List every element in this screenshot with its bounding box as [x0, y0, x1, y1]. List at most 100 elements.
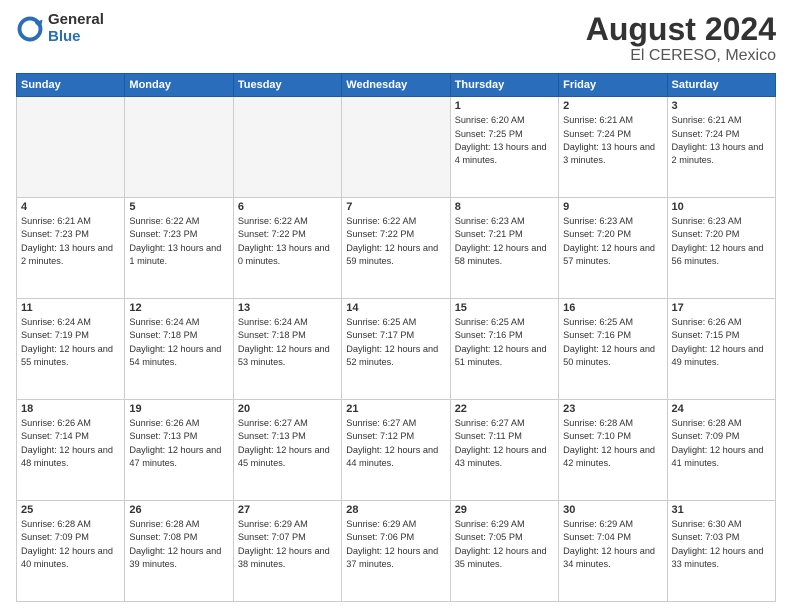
table-row	[17, 97, 125, 198]
day-info: Sunrise: 6:26 AMSunset: 7:13 PMDaylight:…	[129, 417, 228, 470]
day-info: Sunrise: 6:24 AMSunset: 7:18 PMDaylight:…	[238, 316, 337, 369]
table-row: 14 Sunrise: 6:25 AMSunset: 7:17 PMDayligh…	[342, 299, 450, 400]
day-info: Sunrise: 6:28 AMSunset: 7:10 PMDaylight:…	[563, 417, 662, 470]
col-sunday: Sunday	[17, 74, 125, 97]
day-info: Sunrise: 6:30 AMSunset: 7:03 PMDaylight:…	[672, 518, 771, 571]
day-info: Sunrise: 6:23 AMSunset: 7:20 PMDaylight:…	[672, 215, 771, 268]
logo: General Blue	[16, 12, 104, 45]
table-row: 3 Sunrise: 6:21 AMSunset: 7:24 PMDaylight…	[667, 97, 775, 198]
day-number: 25	[21, 504, 120, 516]
day-info: Sunrise: 6:21 AMSunset: 7:24 PMDaylight:…	[672, 114, 771, 167]
title-block: August 2024 El CERESO, Mexico	[586, 12, 776, 65]
calendar-week-row: 11 Sunrise: 6:24 AMSunset: 7:19 PMDayligh…	[17, 299, 776, 400]
day-info: Sunrise: 6:22 AMSunset: 7:22 PMDaylight:…	[238, 215, 337, 268]
logo-blue-text: Blue	[48, 29, 104, 46]
table-row: 7Sunrise: 6:22 AMSunset: 7:22 PMDaylight…	[342, 198, 450, 299]
day-number: 31	[672, 504, 771, 516]
table-row: 1Sunrise: 6:20 AMSunset: 7:25 PMDaylight…	[450, 97, 558, 198]
table-row: 2Sunrise: 6:21 AMSunset: 7:24 PMDaylight…	[559, 97, 667, 198]
day-info: Sunrise: 6:29 AMSunset: 7:06 PMDaylight:…	[346, 518, 445, 571]
day-info: Sunrise: 6:26 AMSunset: 7:14 PMDaylight:…	[21, 417, 120, 470]
day-number: 30	[563, 504, 662, 516]
col-friday: Friday	[559, 74, 667, 97]
table-row: 29Sunrise: 6:29 AMSunset: 7:05 PMDayligh…	[450, 501, 558, 602]
table-row: 9 Sunrise: 6:23 AMSunset: 7:20 PMDaylight…	[559, 198, 667, 299]
day-number: 4	[21, 201, 120, 213]
table-row: 18 Sunrise: 6:26 AMSunset: 7:14 PMDayligh…	[17, 400, 125, 501]
calendar-table: Sunday Monday Tuesday Wednesday Thursday…	[16, 73, 776, 602]
day-info: Sunrise: 6:29 AMSunset: 7:04 PMDaylight:…	[563, 518, 662, 571]
day-info: Sunrise: 6:27 AMSunset: 7:11 PMDaylight:…	[455, 417, 554, 470]
day-number: 21	[346, 403, 445, 415]
table-row: 8 Sunrise: 6:23 AMSunset: 7:21 PMDaylight…	[450, 198, 558, 299]
table-row: 4 Sunrise: 6:21 AMSunset: 7:23 PMDaylight…	[17, 198, 125, 299]
day-info: Sunrise: 6:25 AMSunset: 7:17 PMDaylight:…	[346, 316, 445, 369]
day-number: 9	[563, 201, 662, 213]
day-info: Sunrise: 6:21 AMSunset: 7:24 PMDaylight:…	[563, 114, 662, 167]
day-info: Sunrise: 6:28 AMSunset: 7:08 PMDaylight:…	[129, 518, 228, 571]
title-location: El CERESO, Mexico	[586, 47, 776, 65]
col-monday: Monday	[125, 74, 233, 97]
logo-general-text: General	[48, 12, 104, 29]
day-info: Sunrise: 6:27 AMSunset: 7:12 PMDaylight:…	[346, 417, 445, 470]
day-number: 12	[129, 302, 228, 314]
day-number: 6	[238, 201, 337, 213]
day-info: Sunrise: 6:25 AMSunset: 7:16 PMDaylight:…	[455, 316, 554, 369]
table-row: 24 Sunrise: 6:28 AMSunset: 7:09 PMDayligh…	[667, 400, 775, 501]
day-number: 10	[672, 201, 771, 213]
day-number: 14	[346, 302, 445, 314]
table-row: 27 Sunrise: 6:29 AMSunset: 7:07 PMDayligh…	[233, 501, 341, 602]
day-number: 22	[455, 403, 554, 415]
calendar-week-row: 1Sunrise: 6:20 AMSunset: 7:25 PMDaylight…	[17, 97, 776, 198]
table-row: 25 Sunrise: 6:28 AMSunset: 7:09 PMDayligh…	[17, 501, 125, 602]
table-row: 31 Sunrise: 6:30 AMSunset: 7:03 PMDayligh…	[667, 501, 775, 602]
day-number: 20	[238, 403, 337, 415]
table-row: 17Sunrise: 6:26 AMSunset: 7:15 PMDayligh…	[667, 299, 775, 400]
day-number: 26	[129, 504, 228, 516]
table-row	[342, 97, 450, 198]
day-number: 13	[238, 302, 337, 314]
day-info: Sunrise: 6:23 AMSunset: 7:20 PMDaylight:…	[563, 215, 662, 268]
table-row: 30 Sunrise: 6:29 AMSunset: 7:04 PMDayligh…	[559, 501, 667, 602]
logo-text: General Blue	[48, 12, 104, 45]
day-info: Sunrise: 6:26 AMSunset: 7:15 PMDaylight:…	[672, 316, 771, 369]
col-thursday: Thursday	[450, 74, 558, 97]
day-info: Sunrise: 6:24 AMSunset: 7:18 PMDaylight:…	[129, 316, 228, 369]
table-row	[125, 97, 233, 198]
table-row: 10 Sunrise: 6:23 AMSunset: 7:20 PMDayligh…	[667, 198, 775, 299]
col-saturday: Saturday	[667, 74, 775, 97]
day-number: 11	[21, 302, 120, 314]
day-info: Sunrise: 6:27 AMSunset: 7:13 PMDaylight:…	[238, 417, 337, 470]
logo-icon	[16, 15, 44, 43]
col-wednesday: Wednesday	[342, 74, 450, 97]
day-info: Sunrise: 6:24 AMSunset: 7:19 PMDaylight:…	[21, 316, 120, 369]
day-number: 23	[563, 403, 662, 415]
day-info: Sunrise: 6:28 AMSunset: 7:09 PMDaylight:…	[21, 518, 120, 571]
col-tuesday: Tuesday	[233, 74, 341, 97]
day-number: 28	[346, 504, 445, 516]
header: General Blue August 2024 El CERESO, Mexi…	[16, 12, 776, 65]
day-number: 5	[129, 201, 228, 213]
day-info: Sunrise: 6:28 AMSunset: 7:09 PMDaylight:…	[672, 417, 771, 470]
day-number: 15	[455, 302, 554, 314]
calendar-week-row: 4 Sunrise: 6:21 AMSunset: 7:23 PMDaylight…	[17, 198, 776, 299]
table-row: 15 Sunrise: 6:25 AMSunset: 7:16 PMDayligh…	[450, 299, 558, 400]
table-row: 28 Sunrise: 6:29 AMSunset: 7:06 PMDayligh…	[342, 501, 450, 602]
day-info: Sunrise: 6:29 AMSunset: 7:07 PMDaylight:…	[238, 518, 337, 571]
page: General Blue August 2024 El CERESO, Mexi…	[0, 0, 792, 612]
day-number: 24	[672, 403, 771, 415]
day-number: 18	[21, 403, 120, 415]
day-number: 8	[455, 201, 554, 213]
day-number: 27	[238, 504, 337, 516]
day-number: 16	[563, 302, 662, 314]
day-info: Sunrise: 6:20 AMSunset: 7:25 PMDaylight:…	[455, 114, 554, 167]
table-row: 21 Sunrise: 6:27 AMSunset: 7:12 PMDayligh…	[342, 400, 450, 501]
day-info: Sunrise: 6:21 AMSunset: 7:23 PMDaylight:…	[21, 215, 120, 268]
table-row: 19Sunrise: 6:26 AMSunset: 7:13 PMDayligh…	[125, 400, 233, 501]
day-info: Sunrise: 6:23 AMSunset: 7:21 PMDaylight:…	[455, 215, 554, 268]
table-row: 26 Sunrise: 6:28 AMSunset: 7:08 PMDayligh…	[125, 501, 233, 602]
table-row: 6 Sunrise: 6:22 AMSunset: 7:22 PMDaylight…	[233, 198, 341, 299]
day-number: 3	[672, 100, 771, 112]
table-row: 13 Sunrise: 6:24 AMSunset: 7:18 PMDayligh…	[233, 299, 341, 400]
table-row	[233, 97, 341, 198]
